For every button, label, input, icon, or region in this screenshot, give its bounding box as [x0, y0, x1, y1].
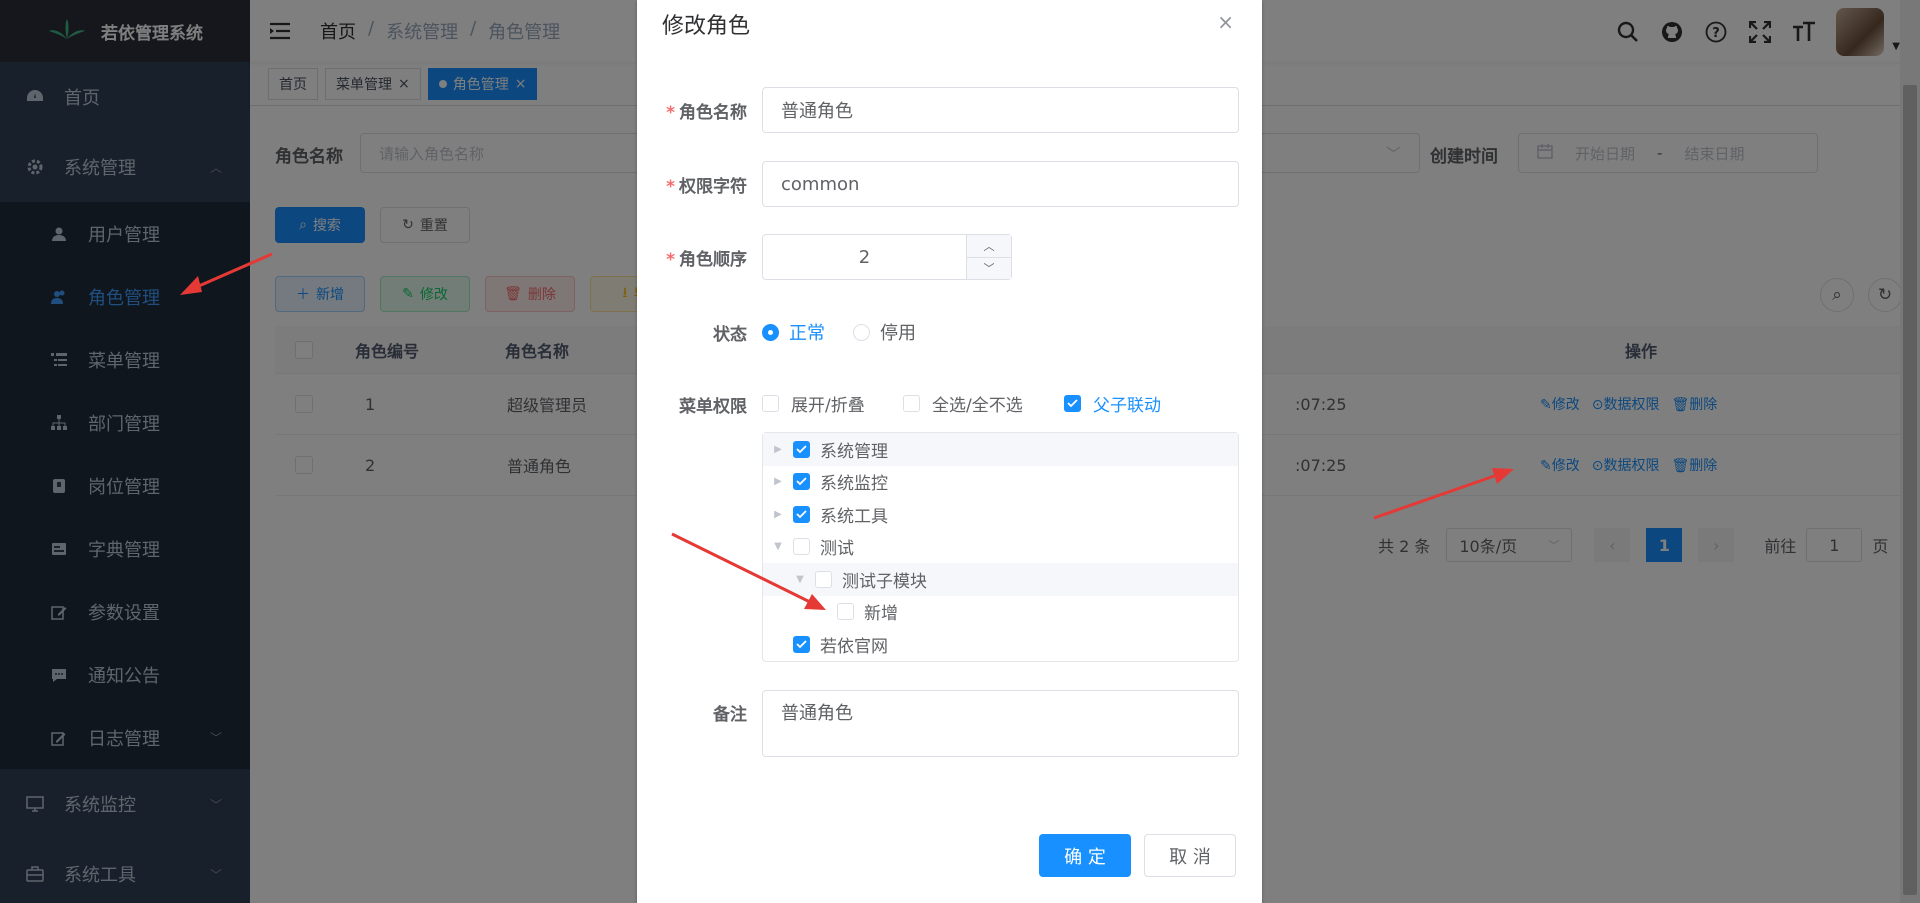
annotation-arrow: [1373, 468, 1514, 520]
annotation-arrow: [671, 532, 826, 610]
annotation-arrow: [180, 252, 273, 295]
annotation-arrows: [180, 252, 1514, 610]
